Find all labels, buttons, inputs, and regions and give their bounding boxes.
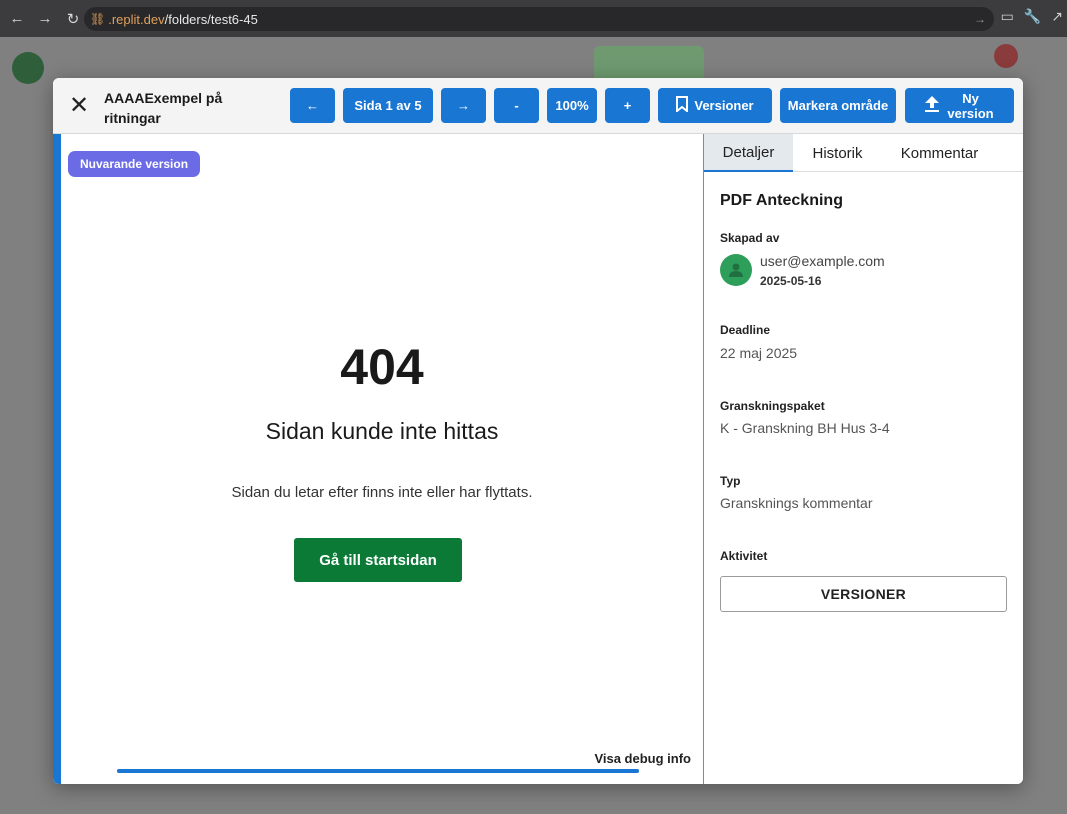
new-version-button[interactable]: Ny version [905,88,1014,123]
deadline-value: 22 maj 2025 [720,345,798,361]
background-logo [12,52,44,84]
external-link-icon[interactable]: ↗ [1051,8,1063,25]
browser-actions: ▭ 🔧 ↗ [1001,8,1063,25]
current-version-badge: Nuvarande version [68,151,201,177]
new-version-label: Ny version [947,90,994,121]
link-icon: ⛓ [90,12,106,26]
upload-icon [924,95,940,116]
screen-icon[interactable]: ▭ [1001,8,1014,25]
pdf-viewer-pane: Nuvarande version 404 Sidan kunde inte h… [53,134,703,784]
versions-toolbar-label: Versioner [694,98,754,113]
zoom-out-button[interactable]: - [494,88,539,123]
versions-button[interactable]: VERSIONER [720,576,1007,612]
forward-arrow-icon[interactable]: → [32,6,58,32]
section-title: PDF Anteckning [720,192,843,209]
bookmark-icon [676,96,689,115]
browser-toolbar: ← → ↻ ⛓ .replit.dev /folders/test6-45 → … [0,0,1067,37]
error-code: 404 [340,339,424,395]
type-value: Gransknings kommentar [720,495,873,511]
error-title: Sidan kunde inte hittas [265,418,499,444]
zoom-level-button[interactable]: 100% [547,88,597,123]
details-panel: Detaljer Historik Kommentar PDF Anteckni… [704,134,1023,784]
activity-label: Aktivitet [720,549,768,563]
show-debug-info-link[interactable]: Visa debug info [594,751,691,766]
type-label: Typ [720,474,741,488]
package-value: K - Granskning BH Hus 3-4 [720,420,890,436]
person-icon [729,263,743,277]
tab-historik[interactable]: Historik [793,134,882,172]
avatar [720,254,752,286]
mark-area-button[interactable]: Markera område [780,88,896,123]
page-indicator-button[interactable]: Sida 1 av 5 [343,88,433,123]
wrench-icon[interactable]: 🔧 [1024,8,1041,25]
document-viewer-modal: ✕ AAAAExempel på ritningar ← Sida 1 av 5… [53,78,1023,784]
created-date: 2025-05-16 [760,274,822,288]
background-avatar [994,44,1018,68]
error-description: Sidan du letar efter finns inte eller ha… [231,484,533,501]
loading-progress-bar [117,769,639,773]
zoom-in-button[interactable]: + [605,88,650,123]
url-path: /folders/test6-45 [164,11,258,27]
prev-page-button[interactable]: ← [290,88,335,123]
document-title: AAAAExempel på ritningar [104,90,223,126]
tab-detaljer[interactable]: Detaljer [704,134,793,172]
address-bar[interactable]: ⛓ .replit.dev /folders/test6-45 → [84,7,994,31]
close-icon[interactable]: ✕ [67,94,91,118]
go-arrow-icon[interactable]: → [974,12,986,26]
details-tabs: Detaljer Historik Kommentar [704,134,1023,172]
next-page-button[interactable]: → [441,88,486,123]
tab-kommentar[interactable]: Kommentar [882,134,997,172]
versions-toolbar-button[interactable]: Versioner [658,88,772,123]
user-email: user@example.com [760,253,885,269]
package-label: Granskningspaket [720,399,825,413]
back-arrow-icon[interactable]: ← [4,6,30,32]
reload-icon[interactable]: ↻ [60,6,86,32]
background-button [594,46,704,82]
created-by-label: Skapad av [720,231,780,245]
deadline-label: Deadline [720,323,771,337]
url-host: .replit.dev [108,11,165,27]
loading-progress-fill [117,769,639,773]
modal-header: ✕ AAAAExempel på ritningar ← Sida 1 av 5… [53,78,1023,134]
go-home-button[interactable]: Gå till startsidan [294,538,462,582]
